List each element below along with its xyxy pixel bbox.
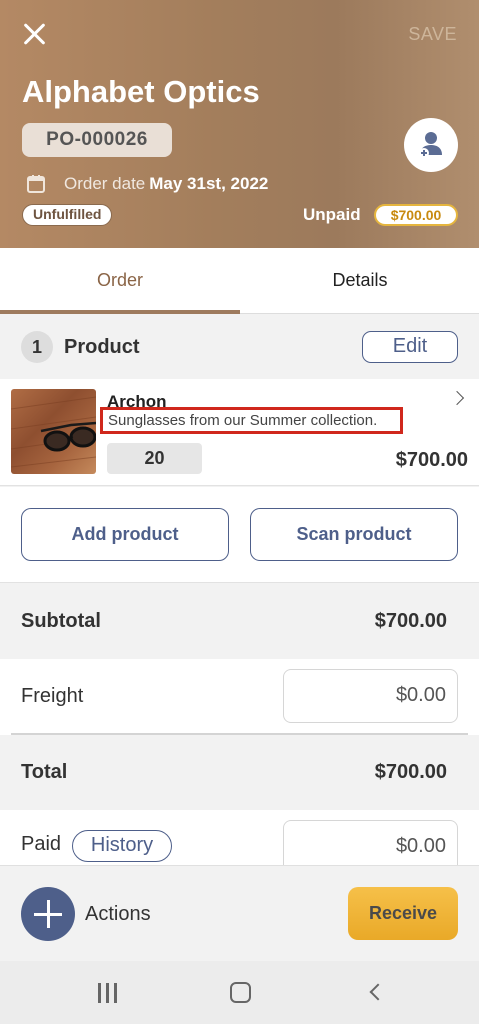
tab-bar: Order Details [0,248,479,314]
paid-input[interactable]: $0.00 [283,820,458,865]
paid-label: Paid [21,833,62,855]
product-section-title: Product [64,336,140,358]
po-number-badge: PO-000026 [22,123,172,157]
actions-label[interactable]: Actions [85,903,151,926]
product-description: Sunglasses from our Summer collection. [100,407,403,434]
back-icon[interactable] [369,983,387,1001]
product-count-badge: 1 [21,331,53,363]
edit-products-button[interactable]: Edit [362,331,458,363]
add-product-button[interactable]: Add product [21,508,229,561]
total-row: Total $700.00 [0,735,479,810]
add-contact-icon [419,132,442,158]
calendar-icon [27,175,45,193]
system-navigation-bar [0,961,479,1024]
close-icon[interactable] [20,20,50,50]
subtotal-value: $700.00 [374,610,447,632]
receive-button[interactable]: Receive [348,887,458,940]
total-label: Total [21,761,68,783]
freight-row: Freight $0.00 [0,659,479,735]
subtotal-row: Subtotal $700.00 [0,584,479,659]
product-quantity[interactable]: 20 [107,443,202,474]
assign-contact-button[interactable] [404,118,458,172]
home-icon[interactable] [230,982,251,1003]
order-date-row: Order date May 31st, 2022 [26,172,268,196]
product-section-header: 1 Product Edit [0,314,479,379]
product-line-total: $700.00 [395,449,468,471]
bottom-action-bar: Actions Receive [0,865,479,961]
actions-button[interactable] [21,887,75,941]
subtotal-label: Subtotal [21,610,101,632]
fulfillment-status-badge: Unfulfilled [22,204,113,226]
payment-status-label: Unpaid [303,205,361,224]
add-product-area: Add product Scan product [0,487,479,583]
order-header: SAVE Alphabet Optics PO-000026 Order dat… [0,0,479,248]
save-button[interactable]: SAVE [408,24,457,45]
supplier-name: Alphabet Optics [22,74,260,109]
recents-icon[interactable] [96,983,118,1003]
amount-due-badge: $700.00 [374,204,458,226]
product-thumbnail [11,389,96,474]
order-date-label: Order date [64,174,146,193]
freight-label: Freight [21,685,84,707]
order-date-value: May 31st, 2022 [149,174,269,193]
payment-history-button[interactable]: History [72,830,172,862]
tab-order[interactable]: Order [0,248,240,314]
product-line-item[interactable]: Archon Sunglasses from our Summer collec… [0,379,479,486]
total-value: $700.00 [374,761,447,783]
paid-row: Paid History $0.00 [0,810,479,865]
scan-product-button[interactable]: Scan product [250,508,458,561]
tab-details[interactable]: Details [240,248,479,314]
freight-input[interactable]: $0.00 [283,669,458,723]
chevron-right-icon[interactable] [449,390,465,406]
